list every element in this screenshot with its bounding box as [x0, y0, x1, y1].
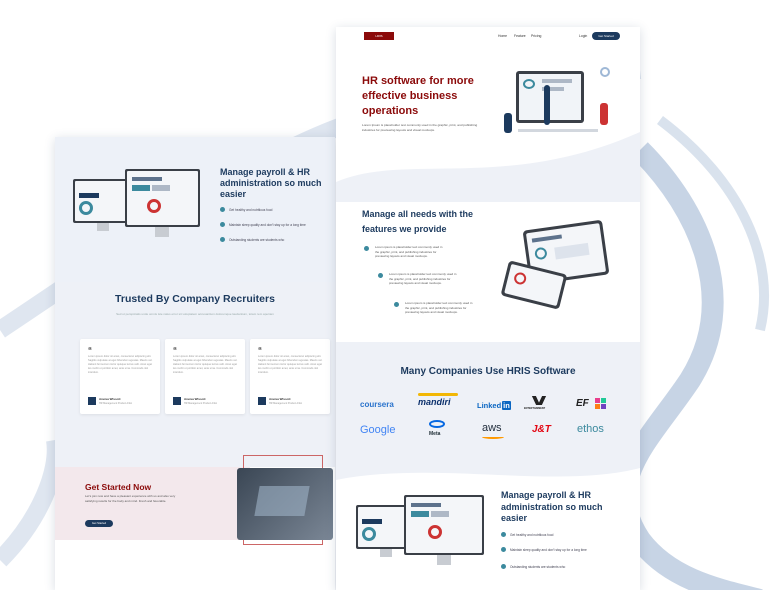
nav-link-feature[interactable]: Feature — [514, 34, 526, 38]
payroll-title: Manage payroll & HR administration so mu… — [501, 490, 603, 523]
check-icon — [378, 273, 383, 278]
testimonial-role: HR Management Product Artist — [99, 402, 132, 405]
testimonial-name: Aneisa Wlssott — [184, 397, 206, 401]
testimonial-card: “ Lorem ipsum dolor sit amet, consectetu… — [165, 339, 245, 414]
testimonial-text: Lorem ipsum dolor sit amet, consectetur … — [173, 355, 238, 374]
avatar — [173, 397, 181, 405]
avatar — [88, 397, 96, 405]
hero-title: HR software for more effective business … — [362, 75, 474, 117]
meta-logo: Meta — [429, 431, 441, 437]
testimonial-card: “ Lorem ipsum dolor sit amet, consectetu… — [250, 339, 330, 414]
check-icon — [220, 237, 225, 242]
feature-item: Get healthy and nutritious food — [220, 207, 272, 212]
get-started-nav-button[interactable]: Get Started — [592, 32, 620, 40]
aws-smile-icon — [482, 435, 504, 439]
logo[interactable]: HRIS — [364, 32, 394, 40]
testimonial-text: Lorem ipsum dolor sit amet, consectetur … — [258, 355, 323, 374]
jnt-logo: J&T — [532, 424, 551, 435]
nav-link-pricing[interactable]: Pricing — [531, 34, 541, 38]
check-icon — [501, 532, 506, 537]
feature-item: Maintain sleep quality and don't stay up… — [501, 547, 587, 552]
quote-icon: “ — [88, 346, 92, 355]
mandiri-swoosh-icon — [418, 393, 458, 396]
quote-icon: “ — [258, 346, 262, 355]
feature-bullet: Lorem ipsum is placeholder text commonly… — [378, 272, 459, 286]
trusted-subtitle: Sed ut perspiciatis unde omnis iste natu… — [116, 312, 274, 316]
check-icon — [501, 547, 506, 552]
coursera-logo: coursera — [360, 400, 394, 409]
feature-item: Outstanding students are students who — [220, 237, 284, 242]
login-link[interactable]: Login — [579, 34, 587, 38]
check-icon — [501, 564, 506, 569]
laptop-photo — [237, 468, 333, 540]
mandiri-logo: mandiri — [418, 397, 451, 407]
right-landing-mockup: HRIS Home Feature Pricing Login Get Star… — [336, 27, 640, 590]
hero-text: Lorem Ipsum is placeholder text commonly… — [362, 123, 478, 132]
navbar: HRIS Home Feature Pricing Login Get Star… — [336, 27, 640, 45]
meta-infinity-icon — [429, 420, 445, 428]
ef-logo: EF — [576, 398, 589, 409]
testimonial-role: HR Management Product Artist — [269, 402, 302, 405]
feature-item: Get healthy and nutritious food — [501, 532, 553, 537]
companies-title: Many Companies Use HRIS Software — [400, 366, 576, 377]
avatar — [258, 397, 266, 405]
get-started-button[interactable]: Get Started — [85, 520, 113, 527]
nav-link-home[interactable]: Home — [498, 34, 507, 38]
check-icon — [394, 302, 399, 307]
check-icon — [220, 207, 225, 212]
aws-logo: aws — [482, 422, 502, 434]
feature-item: Maintain sleep quality and don't stay up… — [220, 222, 306, 227]
feature-bullet: Lorem ipsum is placeholder text commonly… — [364, 245, 445, 259]
testimonial-card: “ Lorem ipsum dolor sit amet, consectetu… — [80, 339, 160, 414]
office-illustration — [504, 63, 624, 153]
feature-bullet: Lorem ipsum is placeholder text commonly… — [394, 301, 475, 315]
linkedin-logo: Linked in — [477, 401, 511, 410]
testimonial-name: Aneisa Wlssott — [269, 397, 291, 401]
testimonial-role: HR Management Product Artist — [184, 402, 217, 405]
features-title: Manage all needs with the features we pr… — [362, 209, 474, 234]
ef-color-blocks-icon — [595, 398, 607, 410]
monitor-front-image — [404, 495, 484, 555]
quote-icon: “ — [173, 346, 177, 355]
monitor-front-image — [125, 169, 200, 227]
google-logo: Google — [360, 424, 396, 436]
get-started-title: Get Started Now — [85, 482, 152, 492]
testimonial-text: Lorem ipsum dolor sit amet, consectetur … — [88, 355, 153, 374]
trusted-title: Trusted By Company Recruiters — [115, 293, 275, 305]
testimonial-name: Aneisa Wlssott — [99, 397, 121, 401]
hero-title: Manage payroll & HR administration so mu… — [220, 167, 322, 199]
get-started-text: Let's join now and have a pleasant exper… — [85, 494, 176, 503]
ethos-logo: ethos — [577, 423, 604, 435]
feature-item: Outstanding students are students who — [501, 564, 565, 569]
check-icon — [364, 246, 369, 251]
yg-entertainment-text: ENTERTAINMENT — [524, 407, 546, 410]
yg-logo-icon — [531, 396, 548, 405]
left-landing-mockup: Manage payroll & HR administration so mu… — [55, 137, 335, 590]
check-icon — [220, 222, 225, 227]
